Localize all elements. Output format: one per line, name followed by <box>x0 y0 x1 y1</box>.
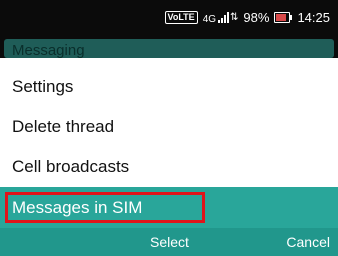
signal-icon <box>218 11 230 23</box>
select-softkey[interactable]: Select <box>150 228 189 256</box>
battery-icon <box>274 11 293 23</box>
volte-badge: VoLTE <box>164 10 198 24</box>
menu-item-messages-in-sim[interactable]: Messages in SIM <box>0 187 338 228</box>
underlay-app-bar: Messaging <box>0 34 338 58</box>
menu-item-settings[interactable]: Settings <box>0 67 338 107</box>
menu-item-delete-thread[interactable]: Delete thread <box>0 107 338 147</box>
network-type: 4G <box>202 13 217 25</box>
softkey-bar: Select Cancel <box>0 228 338 256</box>
menu-item-cell-broadcasts[interactable]: Cell broadcasts <box>0 147 338 187</box>
status-bar: VoLTE 4G ⇅ 98% 14:25 <box>0 0 338 34</box>
menu-item-label: Messages in SIM <box>12 198 143 217</box>
data-activity-icon: ⇅ <box>230 11 239 23</box>
clock: 14:25 <box>297 9 330 25</box>
underlay-title: Messaging <box>12 42 85 58</box>
underlay-title-bar: Messaging <box>4 39 334 58</box>
cancel-softkey[interactable]: Cancel <box>286 228 330 256</box>
status-indicators: VoLTE 4G ⇅ 98% 14:25 <box>164 0 330 34</box>
options-menu: Settings Delete thread Cell broadcasts <box>0 67 338 187</box>
battery-percent: 98% <box>243 9 270 25</box>
